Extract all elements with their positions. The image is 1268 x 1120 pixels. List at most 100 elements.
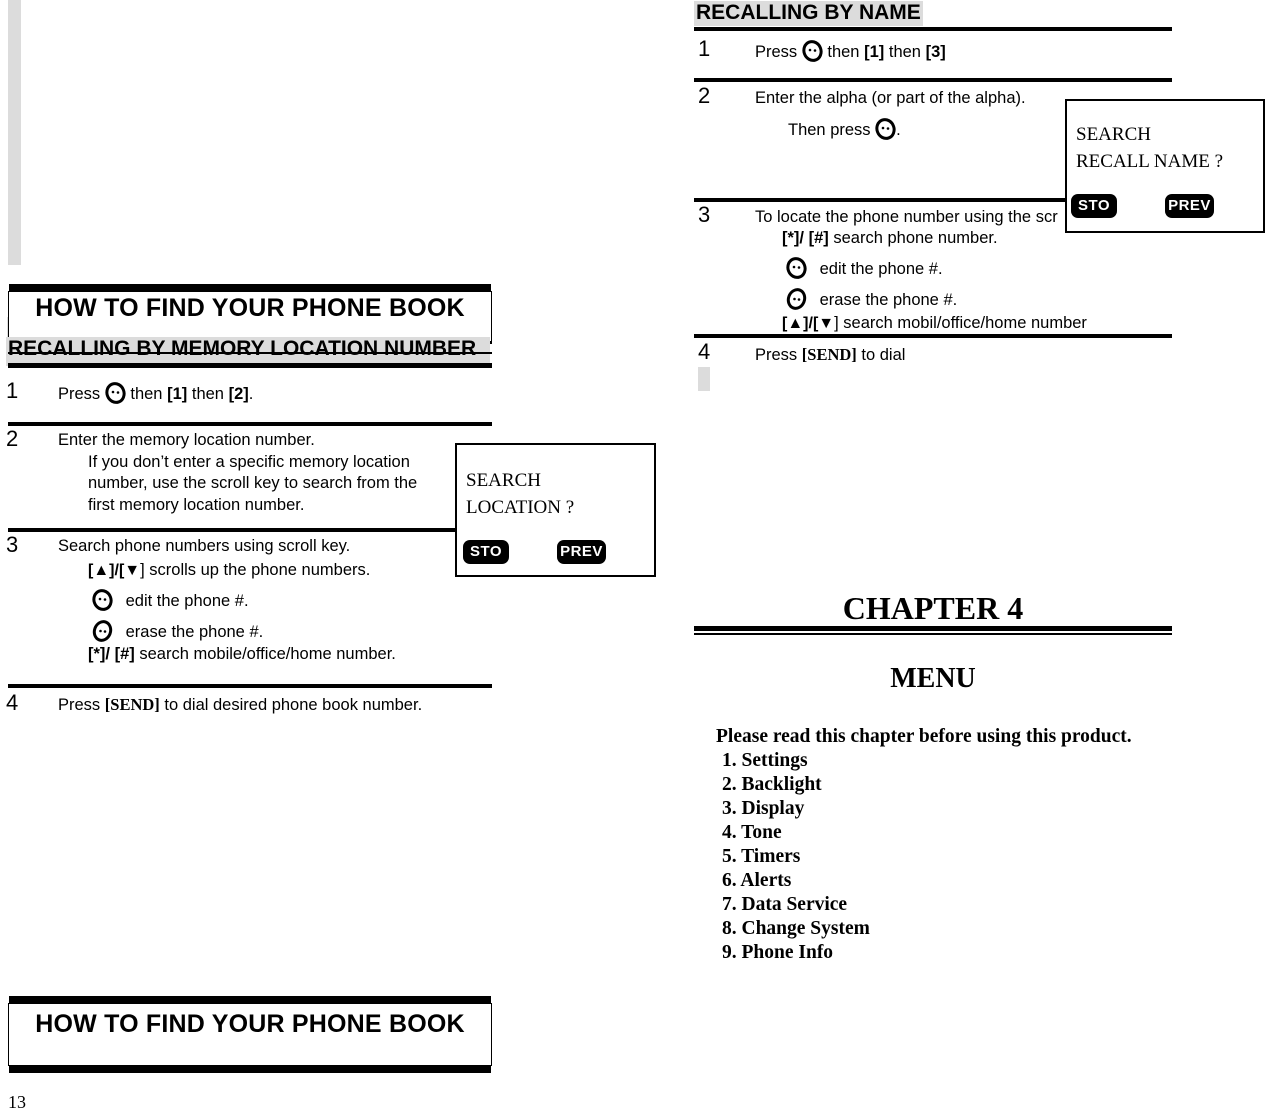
step-3-star-line: [*]/ [#] search mobile/office/home numbe… [88, 644, 396, 665]
step-divider-1 [8, 422, 492, 426]
right-step-2-note-pre: Then press [788, 121, 871, 139]
step-1-text: Press then [1] then [2]. [58, 382, 253, 405]
right-step-4-pre: Press [755, 346, 798, 364]
left-margin-gray-bar [8, 0, 21, 265]
menu-item: 7. Data Service [722, 894, 848, 915]
chapter-rule-thin [694, 633, 1172, 635]
softkey-prev[interactable]: PREV [557, 540, 606, 564]
step-4-key: [SEND] [104, 695, 160, 714]
step-1-end: . [248, 385, 254, 403]
right-step-number-4: 4 [698, 339, 711, 364]
right-step-number-1: 1 [698, 36, 711, 61]
right-step-3-scroll-line: [▲]/[▼] search mobil/office/home number [782, 313, 1087, 335]
step-1-prefix: Press [58, 385, 101, 403]
right-step-divider-3 [694, 334, 1172, 338]
step-4-pre: Press [58, 696, 101, 714]
lcd-display-recall-name: SEARCH RECALL NAME ? STO PREV [1065, 99, 1265, 233]
step-number-2: 2 [6, 426, 19, 451]
step-2-note: If you don’t enter a specific memory loc… [88, 453, 418, 514]
key-icon [105, 382, 126, 404]
step-3-scroll-text: ] scrolls up the phone numbers. [140, 561, 371, 579]
right-step-3-scroll-text: ] search mobil/office/home number [834, 314, 1087, 332]
manual-page: HOW TO FIND YOUR PHONE BOOK RECALLING BY… [0, 0, 1268, 1120]
right-step-1-text: Press then [1] then [3] [755, 40, 946, 63]
menu-item: 3. Display [722, 798, 805, 819]
header-box-bottom-rule-top [9, 996, 491, 1003]
step-1-suffix-b: then [191, 385, 224, 403]
right-step-1-key-b: [3] [925, 43, 946, 61]
right-step-3-star-text: search phone number. [833, 229, 998, 247]
step-3-text: Search phone numbers using scroll key. [58, 537, 351, 555]
lcd-line-2: RECALL NAME ? [1076, 151, 1224, 172]
right-step-1-prefix: Press [755, 43, 798, 61]
right-step-3-edit-text: edit the phone #. [819, 260, 943, 278]
menu-item: 5. Timers [722, 846, 801, 867]
right-step-4-text: Press [SEND] to dial [755, 344, 905, 366]
right-step-1-suffix-a: then [827, 43, 860, 61]
key-up: [▲ [782, 315, 804, 332]
erase-key-icon [786, 288, 807, 310]
step-4-text: Press [SEND] to dial desired phone book … [58, 694, 422, 716]
step-divider-3 [8, 684, 492, 688]
lcd-line-1: SEARCH [1076, 124, 1151, 145]
key-icon [92, 589, 113, 611]
right-step-4-post: to dial [861, 346, 906, 364]
step-3-edit-line: edit the phone #. [92, 589, 249, 612]
key-star: [* [88, 645, 100, 663]
page-title-bottom: HOW TO FIND YOUR PHONE BOOK [35, 1010, 465, 1038]
header-box-bottom: HOW TO FIND YOUR PHONE BOOK [8, 996, 492, 1073]
right-step-2-note: Then press . [788, 118, 901, 141]
lcd-display-location: SEARCH LOCATION ? STO PREV [455, 443, 656, 577]
page-number: 13 [8, 1092, 26, 1112]
right-step-1-key-a: [1] [864, 43, 885, 61]
right-section-rule [694, 27, 1172, 31]
step-number-4: 4 [6, 690, 19, 715]
right-step-2-note-post: . [896, 121, 901, 139]
menu-item: 4. Tone [722, 822, 782, 843]
chapter-intro: Please read this chapter before using th… [716, 726, 1132, 747]
key-icon [802, 40, 823, 62]
step-3-star-text: search mobile/office/home number. [139, 645, 396, 663]
step-number-1: 1 [6, 378, 19, 403]
key-slash-hash: ]/ [#] [793, 229, 829, 247]
key-up: [▲ [88, 562, 110, 579]
lcd-line-1: SEARCH [466, 470, 541, 491]
menu-item: 1. Settings [722, 750, 808, 771]
right-step-1-suffix-b: then [888, 43, 921, 61]
step-3-scroll-line: [▲]/[▼] scrolls up the phone numbers. [88, 560, 370, 582]
step-2-text: Enter the memory location number. [58, 431, 315, 449]
right-step-4-key: [SEND] [801, 345, 857, 364]
page-title-top: HOW TO FIND YOUR PHONE BOOK [35, 294, 465, 322]
section-strike-rule [8, 352, 492, 354]
key-slash-down: ]/[▼ [109, 562, 141, 579]
chapter-title: MENU [890, 663, 976, 694]
softkey-sto[interactable]: STO [463, 540, 509, 564]
erase-key-icon [92, 620, 113, 642]
key-icon [786, 257, 807, 279]
right-step-3-text: To locate the phone number using the scr [755, 208, 1058, 226]
header-box-top-rule [9, 284, 491, 291]
softkey-sto[interactable]: STO [1071, 194, 1117, 218]
step-1-key-a: [1] [167, 385, 188, 403]
right-step-3-star-line: [*]/ [#] search phone number. [782, 228, 998, 249]
step-4-post: to dial desired phone book number. [164, 696, 423, 714]
right-step-2-text: Enter the alpha (or part of the alpha). [755, 89, 1026, 107]
section-rule-bottom [8, 363, 492, 368]
lcd-line-2: LOCATION ? [466, 497, 575, 518]
menu-item: 8. Change System [722, 918, 870, 939]
right-step-number-3: 3 [698, 202, 711, 227]
right-step-divider-1 [694, 78, 1172, 82]
header-box-bottom-rule-bottom [9, 1066, 491, 1073]
step-1-suffix-a: then [130, 385, 163, 403]
step-number-3: 3 [6, 532, 19, 557]
menu-item: 6. Alerts [722, 870, 792, 891]
key-slash-down: ]/[▼ [803, 315, 835, 332]
softkey-prev[interactable]: PREV [1165, 194, 1214, 218]
right-step-number-2: 2 [698, 83, 711, 108]
right-section-gray-block [698, 367, 710, 391]
key-slash-hash: ]/ [#] [99, 645, 135, 663]
header-box-top: HOW TO FIND YOUR PHONE BOOK [8, 284, 492, 343]
key-icon [875, 118, 896, 140]
section-title-recalling-name: RECALLING BY NAME [694, 1, 923, 27]
chapter-number: CHAPTER 4 [842, 590, 1024, 626]
